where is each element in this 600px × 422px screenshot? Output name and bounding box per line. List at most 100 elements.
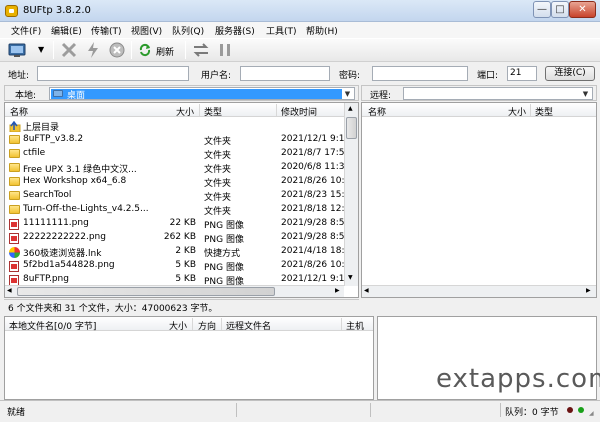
queue-col-size[interactable]: 大小 — [169, 319, 187, 332]
menu-tools[interactable]: 工具(T) — [266, 24, 297, 37]
file-modified: 2020/6/8 11:37 — [281, 162, 345, 172]
remote-path-label: 远程: — [370, 91, 392, 101]
table-row[interactable]: 11111111.png 22 KB PNG 图像 2021/9/28 8:59 — [8, 217, 345, 231]
file-modified: 2021/8/7 17:57 — [281, 148, 345, 158]
menu-edit[interactable]: 编辑(E) — [51, 24, 82, 37]
menu-view[interactable]: 视图(V) — [131, 24, 162, 37]
chevron-down-icon[interactable]: ▼ — [38, 45, 44, 54]
col-name[interactable]: 名称 — [10, 105, 28, 118]
scroll-left-icon[interactable]: ◀ — [364, 287, 369, 294]
remote-file-list[interactable] — [361, 102, 597, 298]
table-row[interactable]: 8uFTP_v3.8.2 文件夹 2021/12/1 9:15 — [8, 133, 345, 147]
table-row[interactable]: Turn-Off-the-Lights_v4.2.5... 文件夹 2021/8/1… — [8, 203, 345, 217]
file-modified: 2021/9/28 8:59 — [281, 218, 345, 228]
column-divider[interactable] — [199, 104, 200, 116]
col-modified[interactable]: 修改时间 — [281, 105, 317, 118]
close-button[interactable]: ✕ — [569, 1, 596, 18]
table-row[interactable]: 5f2bd1a544828.png 5 KB PNG 图像 2021/8/26 10:… — [8, 259, 345, 273]
file-type: PNG 图像 — [204, 235, 244, 245]
maximize-button[interactable]: □ — [551, 1, 569, 18]
port-input[interactable]: 21 — [507, 66, 537, 81]
table-row[interactable]: Free UPX 3.1 绿色中文汉... 文件夹 2020/6/8 11:37 — [8, 161, 345, 175]
menu-file[interactable]: 文件(F) — [11, 24, 41, 37]
remote-col-size[interactable]: 大小 — [508, 105, 526, 118]
transfer-queue-icon[interactable] — [192, 41, 210, 59]
chevron-down-icon[interactable]: ▼ — [580, 89, 591, 100]
local-path-combo[interactable]: 桌面 ▼ — [49, 87, 355, 101]
column-divider[interactable] — [341, 318, 342, 330]
site-manager-icon[interactable] — [8, 41, 26, 59]
file-type: 文件夹 — [204, 179, 232, 189]
toolbar-separator — [131, 41, 132, 59]
menu-help[interactable]: 帮助(H) — [306, 24, 338, 37]
quick-connect-icon[interactable] — [84, 41, 102, 59]
column-divider[interactable] — [192, 318, 193, 330]
browser-shortcut-icon — [9, 247, 20, 258]
file-modified: 2021/8/26 10:0 — [281, 260, 345, 270]
table-row[interactable]: Hex Workshop x64_6.8 文件夹 2021/8/26 10:2 — [8, 175, 345, 189]
local-vscroll-thumb[interactable] — [346, 117, 357, 139]
table-row[interactable]: SearchTool 文件夹 2021/8/23 15:4 — [8, 189, 345, 203]
file-size: 5 KB — [175, 274, 196, 284]
table-row[interactable]: 360极速浏览器.lnk 2 KB 快捷方式 2021/4/18 18:3 — [8, 245, 345, 259]
chevron-down-icon[interactable]: ▼ — [342, 89, 353, 100]
column-divider[interactable] — [276, 104, 277, 116]
minimize-button[interactable]: — — [533, 1, 551, 18]
status-divider — [500, 403, 501, 417]
refresh-icon — [139, 43, 151, 57]
status-divider — [236, 403, 237, 417]
col-size[interactable]: 大小 — [176, 105, 194, 118]
folder-icon — [9, 149, 20, 158]
disconnect-icon[interactable] — [60, 41, 78, 59]
password-input[interactable] — [372, 66, 468, 81]
file-name: ctfile — [23, 148, 46, 158]
connect-button[interactable]: 连接(C) — [545, 66, 595, 81]
file-type: 快捷方式 — [204, 249, 241, 259]
watermark: extapps.com — [436, 364, 600, 394]
status-text: 就绪 — [7, 408, 26, 418]
username-input[interactable] — [240, 66, 330, 81]
file-name: 22222222222.png — [23, 232, 106, 242]
queue-col-local-file[interactable]: 本地文件名[0/0 字节] — [9, 319, 96, 332]
remote-path-combo[interactable]: ▼ — [403, 87, 593, 100]
scroll-down-icon[interactable]: ▼ — [348, 274, 353, 281]
resize-grip-icon[interactable]: ◢ — [589, 410, 597, 418]
queue-col-direction[interactable]: 方向 — [198, 319, 216, 332]
queue-col-host[interactable]: 主机 — [346, 319, 364, 332]
table-row[interactable]: 上层目录 — [8, 119, 341, 133]
column-divider[interactable] — [221, 318, 222, 330]
toolbar-separator — [53, 41, 54, 59]
column-divider[interactable] — [530, 104, 531, 116]
local-path-label: 本地: — [15, 91, 37, 101]
remote-col-name[interactable]: 名称 — [368, 105, 386, 118]
file-name: 8uFTP_v3.8.2 — [23, 134, 84, 144]
address-input[interactable] — [37, 66, 189, 81]
queue-col-remote-file[interactable]: 远程文件名 — [226, 319, 271, 332]
local-path-value: 桌面 — [67, 91, 86, 101]
remote-col-type[interactable]: 类型 — [535, 105, 553, 118]
file-modified: 2021/9/28 8:59 — [281, 232, 345, 242]
scroll-right-icon[interactable]: ▶ — [335, 287, 340, 294]
scroll-left-icon[interactable]: ◀ — [7, 287, 12, 294]
local-hscroll-thumb[interactable] — [17, 287, 275, 296]
desktop-icon — [53, 90, 63, 97]
menu-transfer[interactable]: 传输(T) — [91, 24, 122, 37]
pause-icon[interactable] — [216, 41, 234, 59]
refresh-button[interactable]: 刷新 — [136, 42, 180, 58]
local-hscrollbar[interactable]: ◀ ▶ — [5, 285, 344, 297]
table-row[interactable]: ctfile 文件夹 2021/8/7 17:57 — [8, 147, 345, 161]
table-row[interactable]: 22222222222.png 262 KB PNG 图像 2021/9/28 8:5… — [8, 231, 345, 245]
col-type[interactable]: 类型 — [204, 105, 222, 118]
scroll-right-icon[interactable]: ▶ — [586, 287, 591, 294]
folder-icon — [9, 205, 20, 214]
remote-hscrollbar[interactable]: ◀ ▶ — [362, 285, 596, 297]
toolbar-separator — [185, 41, 186, 59]
menu-bar — [0, 22, 600, 38]
local-vscrollbar[interactable]: ▲ ▼ — [344, 103, 358, 286]
stop-icon[interactable] — [108, 41, 126, 59]
scroll-up-icon[interactable]: ▲ — [348, 105, 353, 112]
file-name: Hex Workshop x64_6.8 — [23, 176, 127, 186]
png-file-icon — [9, 233, 19, 244]
menu-server[interactable]: 服务器(S) — [215, 24, 255, 37]
menu-queue[interactable]: 队列(Q) — [172, 24, 204, 37]
